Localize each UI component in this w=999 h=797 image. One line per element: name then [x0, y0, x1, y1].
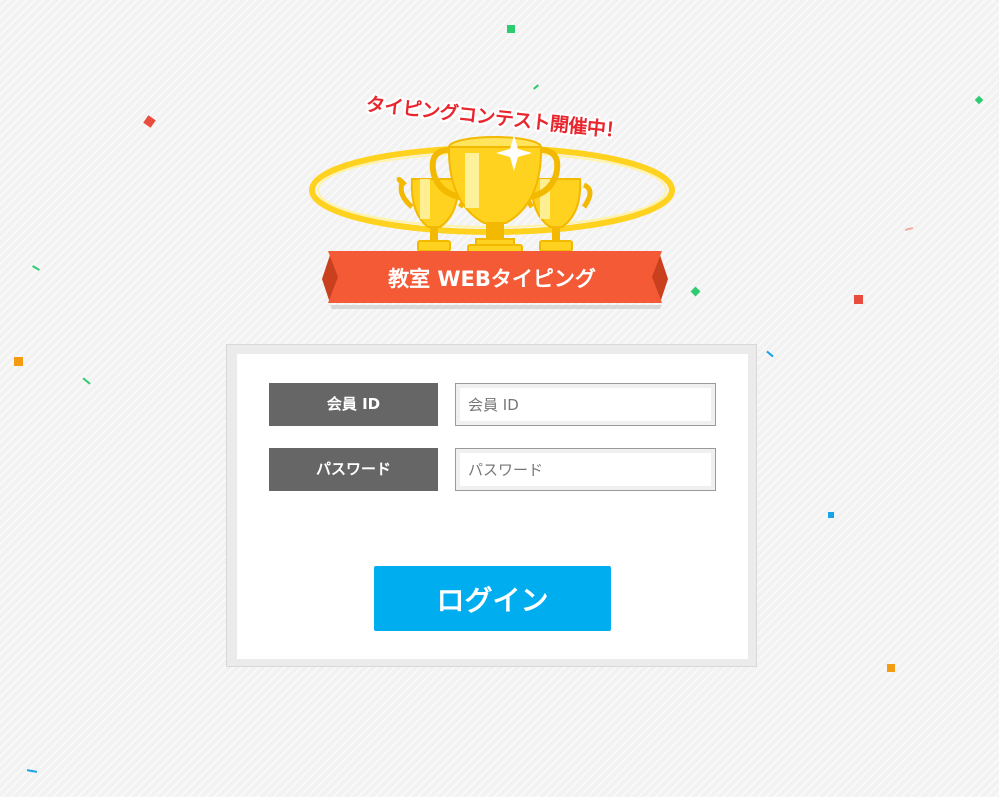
- member-id-field-frame: [455, 383, 716, 426]
- member-id-row: 会員 ID: [269, 383, 717, 426]
- confetti-piece: [904, 226, 914, 232]
- confetti-piece: [82, 377, 91, 385]
- confetti-piece: [26, 769, 38, 773]
- confetti-piece: [828, 512, 834, 518]
- confetti-piece: [854, 295, 863, 304]
- login-form: 会員 ID パスワード ログイン: [237, 354, 748, 659]
- login-panel: 会員 ID パスワード ログイン: [226, 344, 757, 667]
- confetti-piece: [533, 84, 539, 90]
- password-input[interactable]: [460, 453, 711, 486]
- confetti-piece: [14, 357, 23, 366]
- confetti-piece: [690, 286, 701, 297]
- confetti-piece: [507, 25, 515, 33]
- contest-banner: タイピングコンテスト開催中！: [340, 94, 650, 157]
- confetti-piece: [143, 115, 156, 128]
- member-id-input[interactable]: [460, 388, 711, 421]
- confetti-piece: [974, 95, 984, 105]
- confetti-piece: [32, 265, 40, 271]
- confetti-piece: [887, 664, 895, 672]
- member-id-label: 会員 ID: [269, 383, 438, 426]
- logo-title: 教室 WEBタイピング: [388, 267, 596, 291]
- confetti-piece: [766, 350, 774, 358]
- password-row: パスワード: [269, 448, 717, 491]
- app-logo: タイピングコンテスト開催中！ 教室 WEBタイピング: [300, 94, 690, 315]
- password-field-frame: [455, 448, 716, 491]
- password-label: パスワード: [269, 448, 438, 491]
- login-button[interactable]: ログイン: [374, 566, 611, 631]
